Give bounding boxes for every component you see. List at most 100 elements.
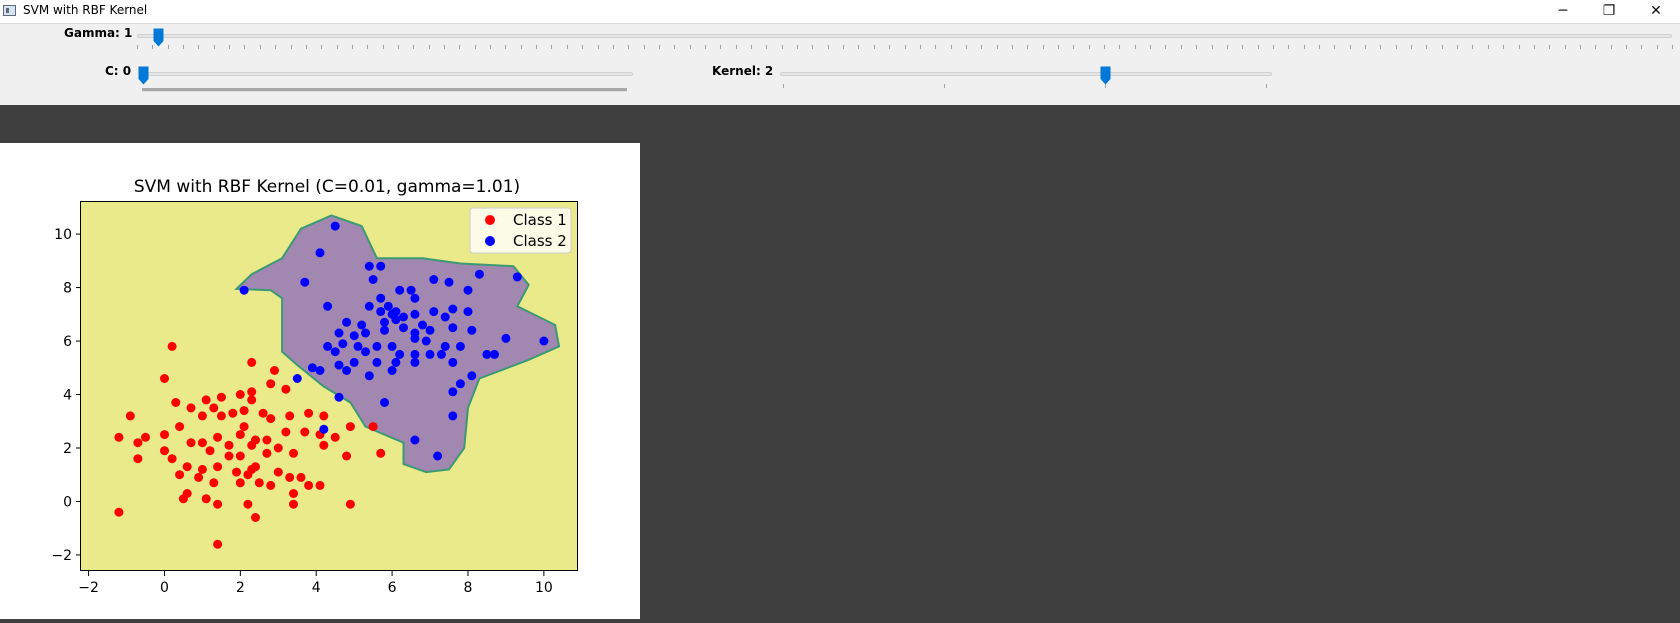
gamma-tick [382, 45, 384, 49]
class-2-point [334, 328, 344, 338]
class-2-point [448, 357, 458, 367]
class-2-point [387, 341, 397, 351]
class-2-point [380, 398, 389, 407]
gamma-tick [704, 45, 706, 49]
class-2-point [448, 411, 458, 421]
class-2-point [448, 304, 458, 314]
gamma-tick [213, 45, 215, 49]
class-2-point [410, 309, 420, 319]
class-2-point [501, 333, 511, 343]
class-1-point [289, 499, 298, 509]
class-2-point [380, 317, 389, 327]
class-2-point [474, 269, 484, 279]
gamma-tick [474, 45, 476, 49]
legend-label-class-1: Class 1 [513, 211, 567, 229]
gamma-tick [1457, 45, 1459, 49]
gamma-tick [566, 45, 568, 49]
class-1-point [182, 462, 192, 472]
class-1-point [197, 438, 207, 448]
class-1-point [235, 390, 245, 399]
gamma-tick [904, 45, 906, 49]
class-2-point [399, 323, 408, 333]
gamma-tick [643, 45, 645, 49]
gamma-tick [1027, 45, 1029, 49]
gamma-tick [1104, 45, 1106, 49]
class-1-point [232, 467, 241, 477]
class-1-point [235, 430, 245, 440]
plot-figure: SVM with RBF Kernel (C=0.01, gamma=1.01)… [0, 143, 640, 619]
kernel-slider-track[interactable] [780, 72, 1272, 76]
gamma-tick [1119, 45, 1121, 49]
gamma-tick [843, 45, 845, 49]
class-1-point [201, 494, 211, 504]
gamma-tick [444, 45, 445, 49]
x-tick-label: 10 [535, 580, 553, 596]
gamma-tick [996, 45, 998, 49]
gamma-slider-ticks [137, 45, 1673, 51]
gamma-tick [1380, 45, 1382, 49]
gamma-tick [1272, 45, 1274, 49]
class-1-point [345, 422, 355, 432]
class-2-point [292, 374, 302, 383]
gamma-tick [351, 45, 353, 49]
kernel-slider-ticks [783, 84, 1273, 90]
class-2-point [239, 285, 249, 295]
kernel-slider-thumb[interactable] [1100, 66, 1111, 85]
class-2-point [429, 307, 439, 317]
class-2-point [448, 387, 458, 397]
gamma-tick [1518, 45, 1520, 49]
class-1-point [266, 480, 276, 490]
restore-button[interactable]: ❐ [1586, 0, 1632, 23]
x-tick-label: 4 [312, 580, 321, 596]
gamma-tick [1334, 45, 1336, 49]
class-1-point [273, 443, 283, 453]
class-2-point [349, 357, 359, 367]
class-1-point [160, 374, 169, 383]
class-2-point [467, 325, 477, 335]
class-2-point [315, 366, 325, 375]
class-1-point [376, 448, 386, 458]
gamma-tick [1641, 45, 1643, 49]
gamma-label: Gamma: 1 [64, 26, 133, 40]
class-2-point [406, 285, 416, 295]
close-button[interactable]: ✕ [1633, 0, 1679, 23]
svm-chart: SVM with RBF Kernel (C=0.01, gamma=1.01)… [51, 177, 578, 596]
class-1-point [315, 480, 325, 490]
gamma-tick [597, 45, 599, 49]
gamma-tick [797, 45, 799, 49]
gamma-slider-thumb[interactable] [153, 28, 164, 47]
gamma-tick [428, 45, 430, 49]
kernel-tick [1266, 84, 1267, 88]
class-2-point [361, 328, 370, 338]
title-bar: SVM with RBF Kernel ─ ❐ ✕ [0, 0, 1680, 24]
gamma-tick [1472, 45, 1474, 49]
gamma-tick [1441, 45, 1443, 49]
gamma-tick [1226, 45, 1228, 49]
c-slider-track[interactable] [141, 72, 633, 76]
y-tick-label: 4 [63, 388, 72, 404]
class-2-point [440, 341, 450, 351]
gamma-tick [505, 45, 507, 49]
class-2-point [376, 307, 386, 317]
y-tick-label: 10 [54, 227, 72, 243]
y-tick-label: −2 [51, 548, 72, 564]
class-1-point [319, 440, 329, 450]
class-1-point [216, 411, 226, 421]
c-slider-thumb[interactable] [138, 66, 149, 85]
class-2-point [330, 221, 340, 231]
class-1-point [247, 387, 257, 397]
gamma-tick [167, 45, 169, 49]
minimize-button[interactable]: ─ [1540, 0, 1586, 23]
x-tick-label: −2 [78, 580, 99, 596]
class-1-point [281, 384, 291, 394]
kernel-tick [944, 84, 945, 88]
gamma-slider-track[interactable] [137, 34, 1672, 38]
chart-title: SVM with RBF Kernel (C=0.01, gamma=1.01) [134, 177, 520, 197]
class-1-point [300, 427, 310, 437]
class-2-point [391, 307, 401, 317]
gamma-tick [1073, 45, 1075, 49]
class-2-point [391, 315, 401, 325]
gamma-tick [1318, 45, 1320, 49]
gamma-tick [290, 45, 292, 49]
class-1-point [167, 454, 177, 464]
